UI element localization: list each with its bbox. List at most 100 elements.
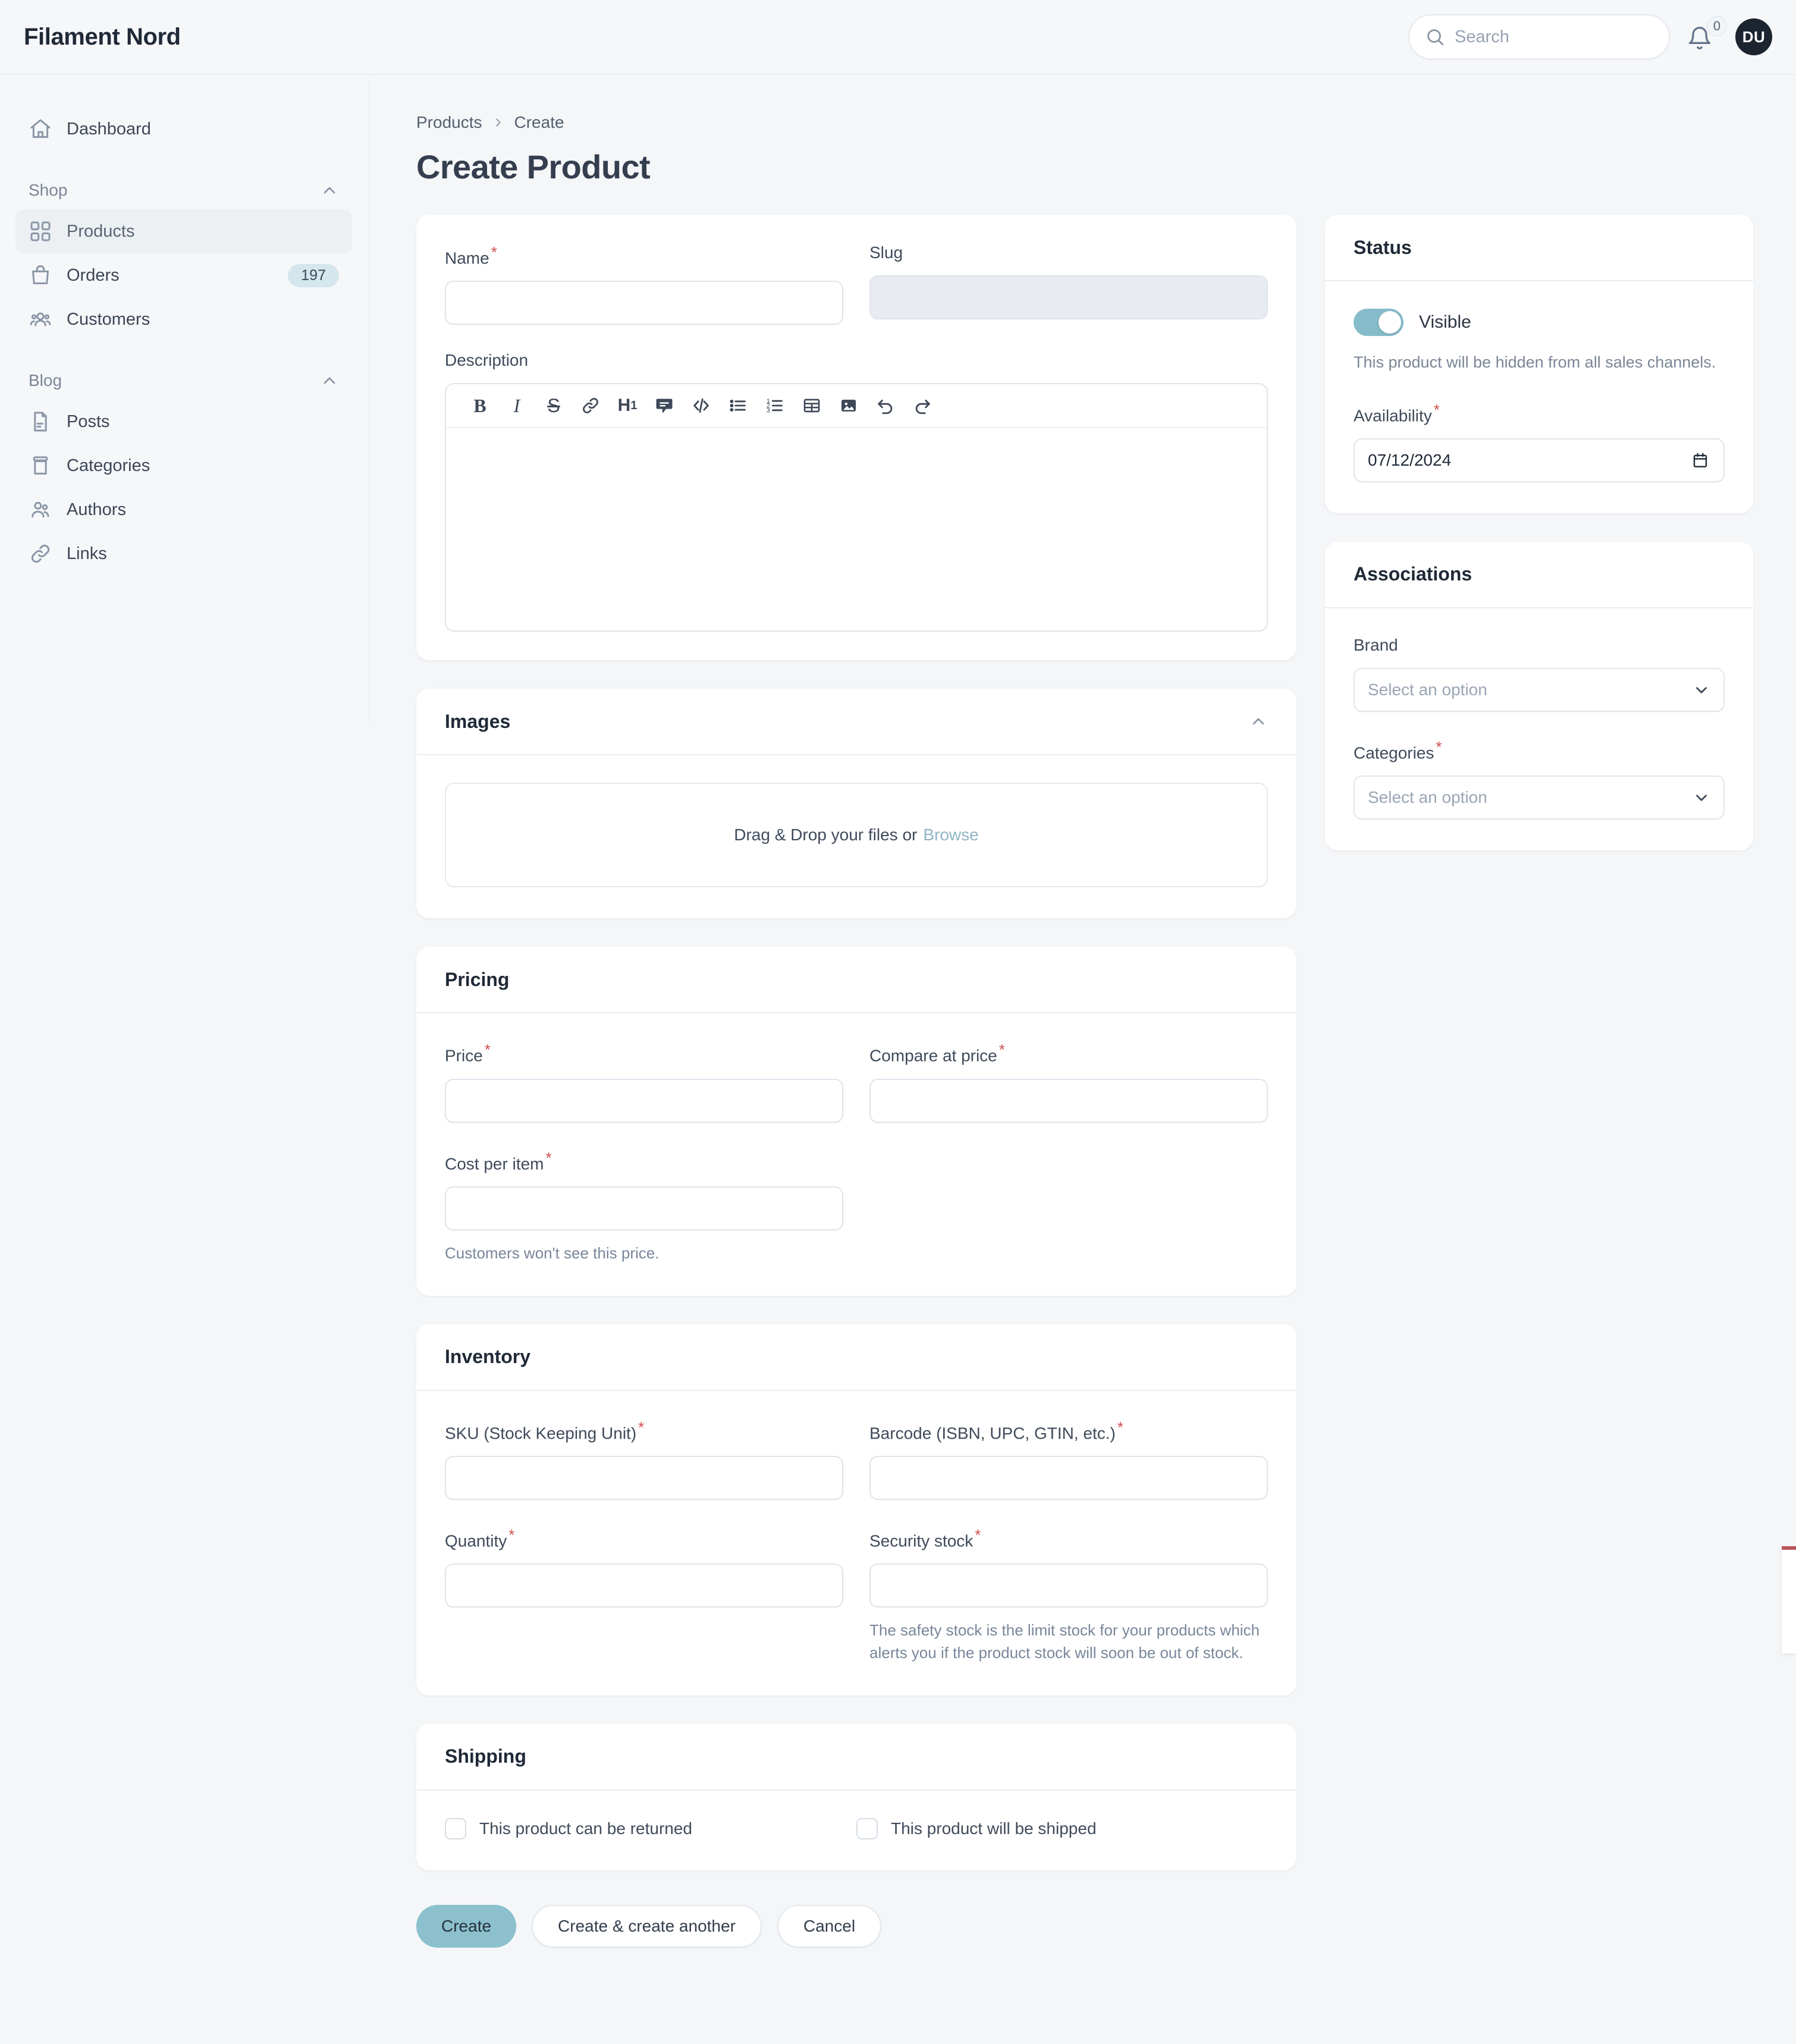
avatar[interactable]: DU — [1735, 18, 1772, 55]
brand-select[interactable]: Select an option — [1354, 667, 1725, 712]
chevron-up-icon[interactable] — [1249, 712, 1268, 731]
returnable-checkbox-group[interactable]: This product can be returned — [445, 1817, 856, 1839]
sidebar-item-links[interactable]: Links — [15, 532, 352, 576]
blockquote-icon[interactable] — [646, 388, 683, 423]
security-stock-input[interactable] — [869, 1563, 1268, 1608]
product-details-card: Name * Slug Description B I S H 1 1 2 3 — [416, 215, 1296, 661]
chevron-up-icon — [324, 377, 335, 384]
pricing-card-header: Pricing — [416, 947, 1296, 1014]
rich-text-editor[interactable]: B I S H1 123 — [445, 383, 1268, 632]
shippable-checkbox[interactable] — [856, 1817, 878, 1839]
breadcrumb: Products Create — [416, 113, 1796, 132]
breadcrumb-products[interactable]: Products — [416, 113, 482, 132]
sidebar-item-label: Dashboard — [67, 119, 151, 139]
name-input[interactable] — [445, 281, 843, 325]
shippable-checkbox-group[interactable]: This product will be shipped — [856, 1817, 1268, 1839]
quantity-input[interactable] — [445, 1563, 843, 1608]
compare-at-price-input[interactable] — [869, 1078, 1268, 1123]
returnable-checkbox[interactable] — [445, 1817, 466, 1839]
required-asterisk: * — [508, 1526, 515, 1544]
sidebar-item-customers[interactable]: Customers — [15, 297, 352, 341]
ordered-list-icon[interactable]: 123 — [756, 388, 793, 423]
italic-icon[interactable]: I — [498, 388, 535, 423]
link-icon[interactable] — [572, 388, 609, 423]
security-stock-hint: The safety stock is the limit stock for … — [869, 1621, 1260, 1662]
compare-at-price-label: Compare at price * — [869, 1041, 1005, 1065]
heading-1-icon[interactable]: H1 — [609, 388, 646, 423]
quantity-field-group: Quantity * — [445, 1526, 843, 1665]
sidebar-item-authors[interactable]: Authors — [15, 488, 352, 532]
visible-toggle[interactable] — [1354, 309, 1403, 336]
sidebar-item-posts[interactable]: Posts — [15, 400, 352, 444]
cancel-button[interactable]: Cancel — [777, 1904, 882, 1948]
create-button[interactable]: Create — [416, 1904, 517, 1948]
notifications-button[interactable]: 0 — [1687, 16, 1727, 55]
shippable-label: This product will be shipped — [891, 1819, 1097, 1838]
cost-per-item-hint: Customers won't see this price. — [445, 1244, 660, 1262]
sidebar-item-orders[interactable]: Orders 197 — [15, 253, 352, 297]
slug-input[interactable] — [869, 275, 1268, 319]
cost-row: Cost per item * Customers won't see this … — [445, 1149, 1268, 1265]
sidebar-group-shop[interactable]: Shop — [15, 171, 352, 209]
price-field-group: Price * — [445, 1041, 843, 1123]
user-group-icon — [32, 501, 49, 518]
sidebar-item-dashboard[interactable]: Dashboard — [15, 107, 352, 151]
price-input[interactable] — [445, 1078, 843, 1123]
quantity-security-row: Quantity * Security stock * The safety sto… — [445, 1526, 1268, 1665]
table-icon[interactable] — [793, 388, 830, 423]
image-dropzone[interactable]: Drag & Drop your files or Browse — [445, 783, 1268, 888]
availability-field-group: Availability * — [1354, 401, 1725, 482]
bullet-list-icon[interactable] — [720, 388, 756, 423]
associations-card-header: Associations — [1325, 542, 1753, 608]
form-actions: Create Create & create another Cancel — [416, 1904, 1796, 1948]
sku-input[interactable] — [445, 1456, 843, 1500]
search-input[interactable] — [1445, 15, 1691, 58]
sidebar-item-categories[interactable]: Categories — [15, 444, 352, 488]
brand-label: Brand — [1354, 635, 1398, 654]
categories-select-wrap: Select an option — [1354, 775, 1725, 820]
barcode-input[interactable] — [869, 1456, 1268, 1500]
images-card-body: Drag & Drop your files or Browse — [416, 755, 1296, 918]
sidebar-group-blog[interactable]: Blog — [15, 362, 352, 400]
images-card-header[interactable]: Images — [416, 689, 1296, 756]
shopping-bag-icon — [32, 265, 49, 284]
brand-select-value: Select an option — [1368, 680, 1487, 699]
chevron-up-icon — [324, 187, 335, 194]
bold-icon[interactable]: B — [461, 388, 498, 423]
image-icon[interactable] — [830, 388, 867, 423]
home-icon — [30, 119, 51, 138]
sidebar-item-label: Links — [67, 544, 107, 563]
brand-select-wrap: Select an option — [1354, 667, 1725, 712]
shipping-card: Shipping This product can be returned Th… — [416, 1723, 1296, 1870]
cost-per-item-input[interactable] — [445, 1186, 843, 1230]
required-asterisk: * — [484, 1041, 491, 1059]
code-block-icon[interactable] — [683, 388, 720, 423]
editor-content-area[interactable] — [446, 428, 1267, 631]
categories-field-group: Categories * Select an option — [1354, 738, 1725, 820]
categories-label: Categories * — [1354, 737, 1442, 762]
returnable-label: This product can be returned — [479, 1819, 692, 1838]
create-and-create-another-button[interactable]: Create & create another — [532, 1904, 762, 1948]
sidebar-item-products[interactable]: Products — [15, 209, 352, 253]
inventory-card-body: SKU (Stock Keeping Unit) * Barcode (ISBN,… — [416, 1391, 1296, 1696]
redo-icon[interactable] — [904, 388, 941, 423]
availability-input[interactable] — [1354, 438, 1725, 482]
shipping-card-title: Shipping — [445, 1745, 526, 1767]
search-box[interactable] — [1408, 14, 1691, 59]
cost-row-spacer — [869, 1149, 1268, 1265]
undo-icon[interactable] — [867, 388, 904, 423]
images-card: Images Drag & Drop your files or Browse — [416, 689, 1296, 919]
sidebar: Dashboard Shop Products Orders 197 Custo… — [0, 75, 369, 721]
price-label: Price * — [445, 1041, 491, 1065]
inventory-card-header: Inventory — [416, 1324, 1296, 1391]
edge-notification-strip — [1782, 1546, 1796, 1653]
sidebar-item-label: Authors — [67, 500, 126, 519]
pricing-card-title: Pricing — [445, 968, 510, 990]
form-main-column: Name * Slug Description B I S H 1 1 2 3 … — [416, 215, 1296, 1899]
browse-link[interactable]: Browse — [923, 825, 978, 844]
categories-select[interactable]: Select an option — [1354, 775, 1725, 820]
availability-input-wrap — [1354, 438, 1725, 482]
grid-icon — [30, 221, 51, 241]
strikethrough-icon[interactable]: S — [535, 388, 572, 423]
sku-field-group: SKU (Stock Keeping Unit) * — [445, 1418, 843, 1500]
